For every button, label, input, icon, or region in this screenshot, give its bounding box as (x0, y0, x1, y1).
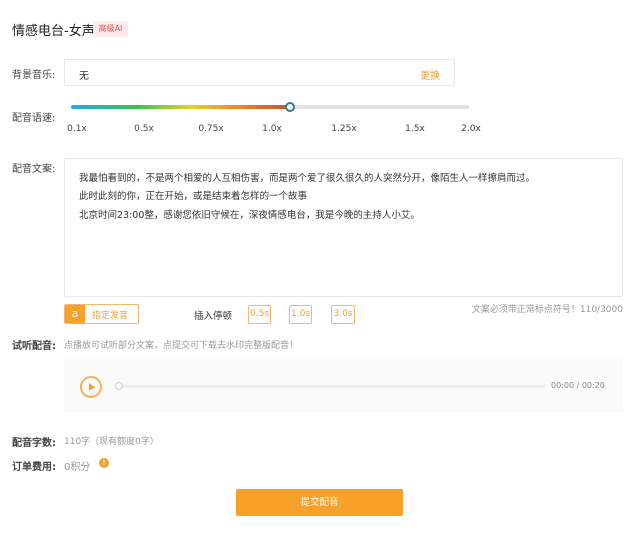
bg-music-label: 背景音乐: (12, 70, 56, 81)
script-line: 此时此刻的你，正在开始，或是结束着怎样的一个故事 (79, 191, 308, 202)
audio-progress-thumb[interactable] (115, 382, 123, 390)
audio-progress-track[interactable] (117, 385, 545, 388)
page-title: 情感电台-女声 (12, 24, 95, 39)
speed-tick: 2.0x (461, 124, 481, 134)
pronounce-icon: a (65, 305, 85, 323)
speed-slider-fill (71, 105, 290, 109)
change-music-button[interactable]: 更换 (420, 67, 440, 82)
script-label: 配音文案: (12, 164, 56, 175)
speed-label: 配音语速: (12, 113, 56, 124)
count-value: 110字（现有额度0字） (64, 437, 159, 447)
speed-tick: 0.75x (198, 124, 224, 134)
pronounce-button[interactable]: a 指定发音 (64, 304, 139, 324)
speed-tick: 0.1x (67, 124, 87, 134)
preview-hint: 点播放可试听部分文案，点提交可下载去水印完整版配音！ (64, 341, 299, 351)
bg-music-field[interactable]: 无 更换 (64, 59, 455, 86)
audio-time: 00:00 / 00:20 (551, 381, 605, 390)
bg-music-value: 无 (79, 71, 89, 82)
script-line: 我最怕看到的，不是两个相爱的人互相伤害，而是两个爱了很久很久的人突然分开，像陌生… (79, 173, 536, 184)
play-icon[interactable] (80, 376, 102, 398)
script-hint: 文案必须带正常标点符号！110/3000 (471, 305, 623, 315)
speed-slider-thumb[interactable] (285, 102, 295, 112)
script-line: 北京时间23:00整，感谢您依旧守候在，深夜情感电台，我是今晚的主持人小艾。 (79, 210, 420, 221)
speed-tick: 1.25x (331, 124, 357, 134)
speed-tick: 1.0x (262, 124, 282, 134)
pause-1.0s-button[interactable]: 1.0s (289, 305, 312, 324)
preview-label: 试听配音: (12, 341, 56, 352)
tier-badge: 高级AI (93, 21, 128, 37)
submit-button[interactable]: 提交配音 (236, 489, 403, 516)
pronounce-label: 指定发音 (92, 311, 129, 321)
speed-tick: 0.5x (134, 124, 154, 134)
fee-value: 0积分 (64, 462, 91, 473)
pause-label: 插入停顿 (194, 311, 233, 322)
count-label: 配音字数: (12, 438, 56, 449)
fee-label: 订单费用: (12, 462, 56, 473)
pause-3.0s-button[interactable]: 3.0s (331, 305, 355, 324)
audio-player: 00:00 / 00:20 (64, 358, 623, 412)
speed-tick: 1.5x (405, 124, 425, 134)
info-icon[interactable]: ! (99, 458, 109, 468)
pause-0.5s-button[interactable]: 0.5s (248, 305, 271, 324)
